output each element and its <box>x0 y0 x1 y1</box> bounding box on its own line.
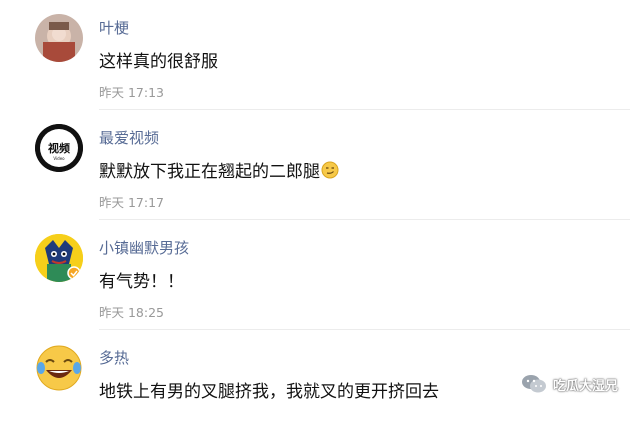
comment-username[interactable]: 多热 <box>99 347 129 368</box>
avatar[interactable] <box>35 14 83 62</box>
watermark-text: 吃瓜大湿兄 <box>552 378 618 394</box>
avatar[interactable] <box>35 344 83 392</box>
smirk-emoji-icon <box>321 161 339 184</box>
comment-username[interactable]: 小镇幽默男孩 <box>99 237 189 258</box>
comment-time: 昨天 18:25 <box>99 305 164 320</box>
comment-text: 默默放下我正在翘起的二郎腿 <box>99 157 339 184</box>
video-logo-icon: 视频 Video <box>35 124 83 172</box>
comment-text: 有气势！！ <box>99 272 184 292</box>
watermark: 吃瓜大湿兄 <box>521 370 618 398</box>
avatar[interactable]: 视频 Video <box>35 124 83 172</box>
comment-text: 这样真的很舒服 <box>99 52 218 72</box>
comment-time: 昨天 17:17 <box>99 195 164 210</box>
avatar-photo-icon <box>35 14 83 62</box>
laughing-emoji-icon <box>36 345 82 391</box>
avatar-text: 视频 <box>48 141 70 155</box>
comment-username[interactable]: 叶梗 <box>99 17 129 38</box>
comment-item: 视频 Video 最爱视频 默默放下我正在翘起的二郎腿 昨天 17:17 <box>0 110 630 220</box>
comment-item: 小镇幽默男孩 有气势！！ 昨天 18:25 <box>0 220 630 330</box>
comment-username[interactable]: 最爱视频 <box>99 127 159 148</box>
comment-item: 叶梗 这样真的很舒服 昨天 17:13 <box>0 0 630 110</box>
comment-text: 地铁上有男的叉腿挤我，我就叉的更开挤回去 <box>99 382 439 402</box>
comment-text-body: 默默放下我正在翘起的二郎腿 <box>99 162 320 182</box>
cartoon-avatar-icon <box>35 234 83 282</box>
avatar[interactable] <box>35 234 83 282</box>
avatar-subtext: Video <box>53 156 65 161</box>
comment-time: 昨天 17:13 <box>99 85 164 100</box>
wechat-icon <box>521 375 546 393</box>
